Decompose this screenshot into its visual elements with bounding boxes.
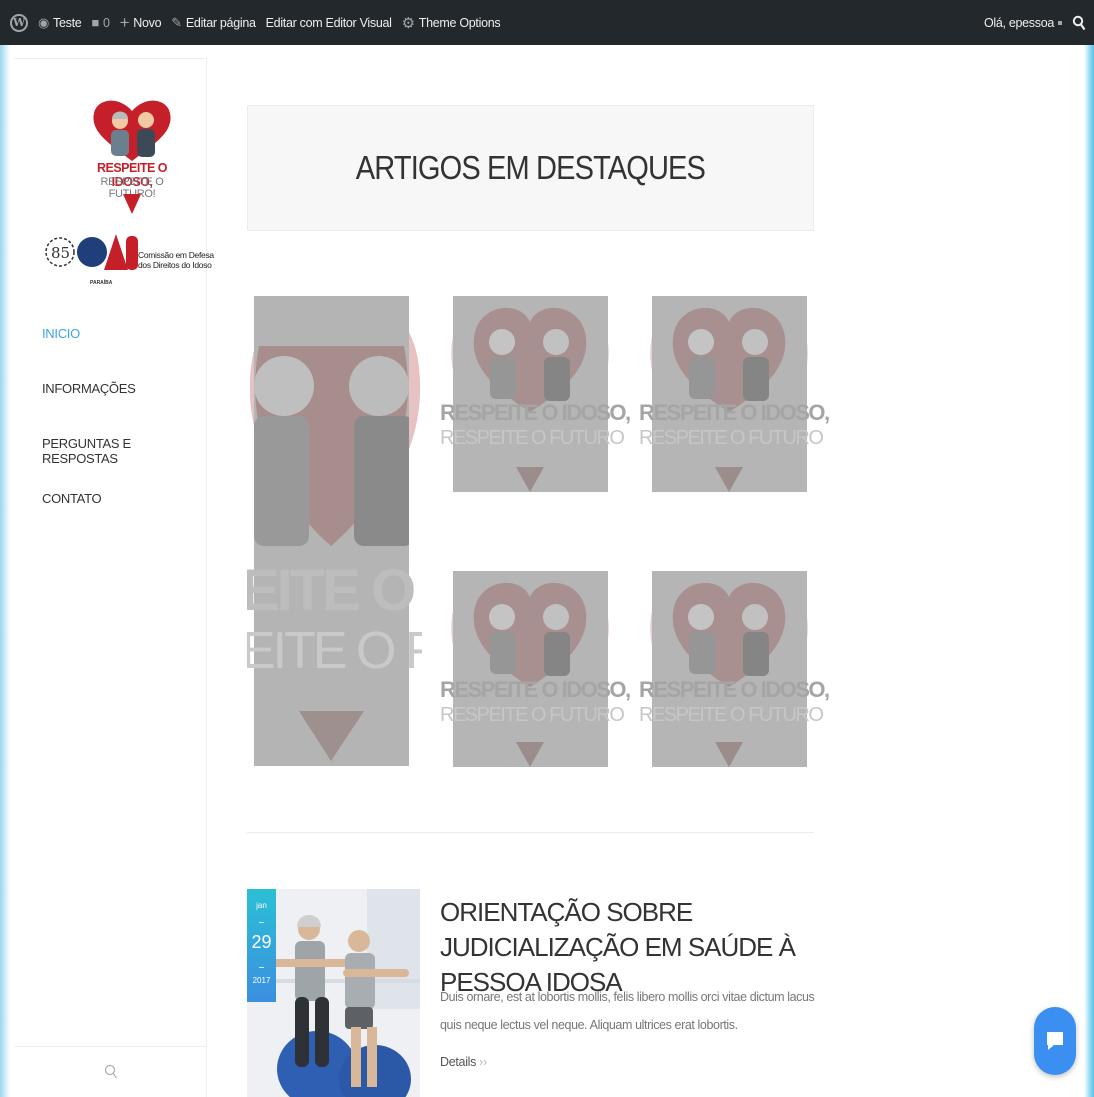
theme-options-label: Theme Options (418, 15, 501, 30)
featured-tile-4-image (451, 571, 609, 767)
featured-tile-3[interactable]: RESPEITE O IDOSO, RESPEITE O FUTURO (639, 282, 830, 497)
commission-line-2: dos Direitos do Idoso (138, 260, 212, 270)
nav-item-perguntas[interactable]: PERGUNTAS E RESPOSTAS (42, 436, 206, 491)
search-icon (104, 1065, 117, 1079)
featured-tile-4[interactable]: RESPEITE O IDOSO, RESPEITE O FUTURO (440, 557, 631, 772)
featured-tile-5-image (650, 571, 808, 767)
featured-banner: ARTIGOS EM DESTAQUES (247, 105, 814, 231)
oab-logo[interactable]: 85 Comissão em Defesa dos Direitos do Id… (44, 228, 224, 288)
comments-count: 0 (103, 15, 110, 30)
post-excerpt: Duis ornare, est at lobortis mollis, fel… (440, 990, 815, 1032)
section-divider (247, 832, 814, 833)
featured-tile-3-image (650, 296, 808, 492)
chat-button[interactable] (1034, 1007, 1076, 1075)
gear-icon: ⚙ (401, 14, 415, 32)
comments-menu[interactable]: ■ 0 (86, 0, 114, 45)
post-year: 2017 (252, 976, 271, 985)
sidebar: RESPEITE O IDOSO, RESPEITE O FUTURO! 85 … (14, 58, 214, 1097)
tile-3-caption-2: RESPEITE O FUTURO (639, 427, 824, 449)
site-name: Teste (53, 15, 82, 30)
theme-options-menu[interactable]: ⚙ Theme Options (397, 0, 506, 45)
sidebar-top-border (14, 58, 207, 59)
featured-tile-2[interactable]: RESPEITE O IDOSO, RESPEITE O FUTURO (440, 282, 631, 497)
campaign-arrow (123, 194, 141, 214)
tile-4-caption-2: RESPEITE O FUTURO (440, 704, 625, 726)
comment-icon: ■ (91, 15, 99, 30)
search-icon (1072, 15, 1086, 30)
featured-tile-1[interactable] (254, 296, 409, 766)
tile-4-caption-1: RESPEITE O IDOSO, (440, 677, 631, 702)
ghost-big-line-2: EITE O FU (247, 622, 422, 680)
featured-tile-2-image (451, 296, 609, 492)
tile-2-caption-1: RESPEITE O IDOSO, (440, 400, 631, 425)
date-separator (259, 922, 264, 923)
main-nav: INICIO INFORMAÇÕES PERGUNTAS E RESPOSTAS… (42, 326, 206, 546)
edit-visual-link[interactable]: Editar com Editor Visual (261, 0, 397, 45)
tile-5-caption-2: RESPEITE O FUTURO (639, 704, 824, 726)
post-details-link[interactable]: Details ›› (440, 1055, 487, 1069)
commission-label: Comissão em Defesa dos Direitos do Idoso (138, 250, 214, 270)
details-label: Details (440, 1055, 477, 1069)
featured-tile-1-image (254, 296, 409, 766)
tile-3-caption-1: RESPEITE O IDOSO, (639, 400, 830, 425)
wp-logo-menu[interactable]: W (0, 0, 33, 45)
new-label: Novo (133, 15, 162, 30)
tile-2-caption-2: RESPEITE O FUTURO (440, 427, 625, 449)
nav-item-contato[interactable]: CONTATO (42, 491, 206, 546)
edit-page-link[interactable]: ✎ Editar página (166, 0, 260, 45)
post-month: jan (256, 901, 267, 910)
account-menu[interactable]: Olá, epessoa (979, 0, 1067, 45)
oab-logo-graphic: 85 (45, 234, 138, 270)
campaign-logo[interactable]: RESPEITE O IDOSO, RESPEITE O FUTURO! (78, 93, 186, 218)
chat-icon (1047, 1032, 1063, 1050)
site-name-menu[interactable]: ◉ Teste (33, 0, 86, 45)
edit-page-label: Editar página (185, 15, 256, 30)
featured-tile-5[interactable]: RESPEITE O IDOSO, RESPEITE O FUTURO (639, 557, 830, 772)
svg-text:85: 85 (51, 244, 70, 262)
chevron-right-icon: ›› (479, 1055, 487, 1069)
avatar (1058, 20, 1062, 25)
featured-tile-1-caption: EITE O ID EITE O FU (247, 560, 422, 690)
sidebar-search-button[interactable] (14, 1046, 207, 1097)
commission-line-1: Comissão em Defesa (138, 250, 214, 260)
edit-visual-label: Editar com Editor Visual (265, 15, 392, 30)
tile-5-caption-1: RESPEITE O IDOSO, (639, 677, 830, 702)
post-day: 29 (251, 932, 272, 952)
date-separator (259, 967, 264, 968)
featured-heading: ARTIGOS EM DESTAQUES (355, 149, 706, 186)
home-icon: ◉ (38, 14, 50, 30)
greeting: Olá, epessoa (983, 15, 1054, 30)
pencil-icon: ✎ (171, 14, 182, 30)
admin-bar: W ◉ Teste ■ 0 + Novo ✎ Editar página Edi… (0, 0, 1094, 45)
post-date-badge: jan 29 2017 (247, 889, 276, 1002)
ghost-big-line-1: EITE O ID (247, 560, 422, 623)
plus-icon: + (119, 12, 130, 32)
heart-logo-graphic (93, 100, 171, 161)
nav-item-informacoes[interactable]: INFORMAÇÕES (42, 381, 206, 436)
new-content-menu[interactable]: + Novo (115, 0, 167, 45)
wordpress-icon: W (10, 13, 28, 32)
admin-search-button[interactable] (1067, 0, 1094, 45)
nav-item-inicio[interactable]: INICIO (42, 326, 206, 381)
state-label: PARAÍBA (90, 280, 113, 286)
